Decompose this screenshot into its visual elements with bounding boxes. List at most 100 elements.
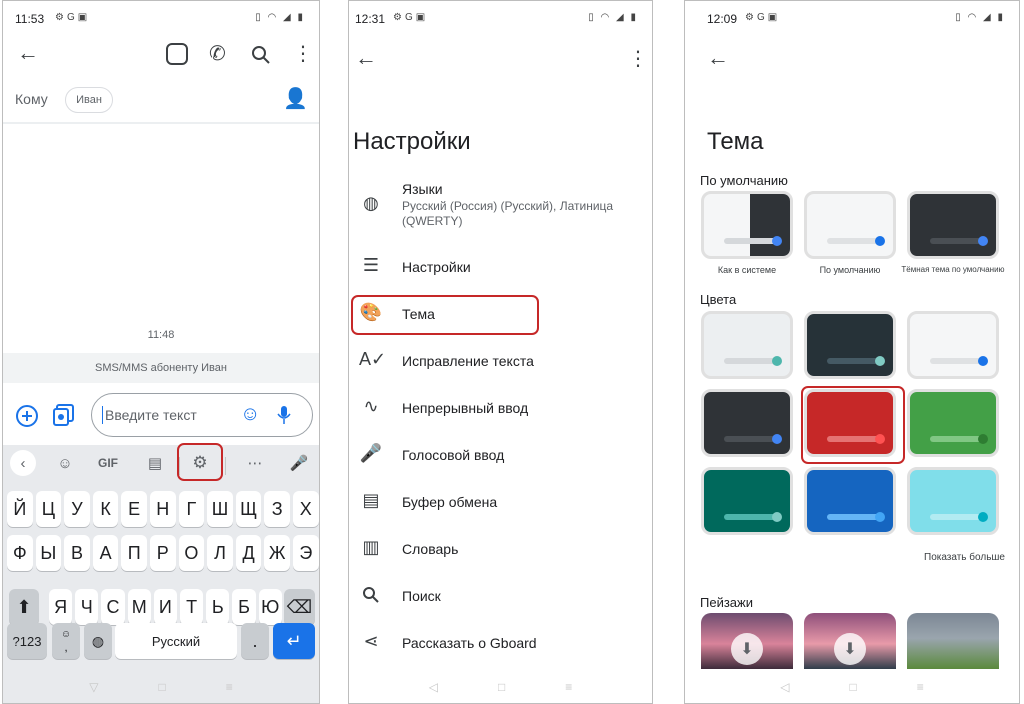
nav-recents-icon[interactable]: ≡ [565,680,572,694]
shift-key[interactable]: ⬆ [9,589,39,625]
key-letter[interactable]: Ж [264,535,290,571]
key-letter[interactable]: М [127,589,151,625]
gallery-icon[interactable] [53,403,77,427]
landscape-hills[interactable] [907,613,999,669]
color-theme-tile[interactable] [701,389,793,457]
theme-bar [930,436,982,442]
key-letter[interactable]: З [264,491,290,527]
key-letter[interactable]: В [64,535,90,571]
key-letter[interactable]: О [178,535,205,571]
symbols-key[interactable]: ?123 [7,623,47,659]
color-theme-tile[interactable] [907,311,999,379]
nav-home-icon[interactable]: □ [498,680,505,694]
keyboard-collapse-button[interactable]: ‹ [9,445,37,481]
key-letter[interactable]: Д [235,535,262,571]
settings-item-share[interactable]: ⋖ Рассказать о Gboard [349,619,652,665]
color-theme-tile[interactable] [701,467,793,535]
key-letter[interactable]: Ц [35,491,62,527]
key-letter[interactable]: Ь [206,589,230,625]
nav-back-icon[interactable]: ▽ [89,680,98,694]
key-letter[interactable]: Ч [75,589,99,625]
settings-item-glide-typing[interactable]: ∿ Непрерывный ввод [349,384,652,430]
more-vert-icon[interactable]: ⋮ [628,49,648,69]
key-letter[interactable]: Р [150,535,176,571]
mic-icon: 🎤 [359,443,383,463]
key-letter[interactable]: Л [207,535,233,571]
landscape-sunset[interactable]: ⬇ [701,613,793,669]
more-vert-icon[interactable]: ⋮ [293,44,313,64]
key-letter[interactable]: П [121,535,147,571]
dictionary-icon: ▥ [362,537,380,557]
color-theme-tile[interactable] [804,467,896,535]
settings-item-voice-input[interactable]: 🎤 Голосовой ввод [349,431,652,477]
spellcheck-icon: A✓ [359,349,387,369]
search-icon[interactable] [251,45,271,65]
settings-item-search[interactable]: Поиск [349,572,652,618]
nav-recents-icon[interactable]: ≡ [226,680,233,694]
key-letter[interactable]: Э [293,535,319,571]
nav-back-icon[interactable]: ◁ [429,680,438,694]
key-letter[interactable]: У [64,491,90,527]
color-theme-tile[interactable] [907,467,999,535]
key-letter[interactable]: Й [7,491,33,527]
space-key[interactable]: Русский [115,623,237,659]
enter-key[interactable]: ↵ [273,623,315,659]
emoji-comma-key[interactable]: ☺, [52,623,80,659]
key-letter[interactable]: Н [150,491,176,527]
color-theme-tile[interactable] [907,389,999,457]
nav-home-icon[interactable]: □ [158,680,165,694]
emoji-icon[interactable]: ☺ [240,403,260,426]
theme-system[interactable] [701,191,793,259]
video-call-icon[interactable] [166,43,188,65]
add-circle-icon[interactable] [15,404,39,428]
key-letter[interactable]: К [92,491,119,527]
back-arrow-icon[interactable]: ← [17,42,39,64]
settings-item-clipboard[interactable]: ▤ Буфер обмена [349,478,652,524]
nav-back-icon[interactable]: ◁ [780,680,789,694]
theme-default[interactable] [804,191,896,259]
key-letter[interactable]: Ф [7,535,33,571]
download-icon: ⬇ [731,633,763,665]
key-letter[interactable]: С [101,589,125,625]
period-key[interactable]: . [241,623,269,659]
theme-dark-default[interactable] [907,191,999,259]
globe-key-icon[interactable]: ◍ [84,623,112,659]
key-letter[interactable]: Е [121,491,147,527]
key-letter[interactable]: Г [178,491,205,527]
color-theme-tile[interactable] [701,311,793,379]
back-arrow-icon[interactable]: ← [355,47,377,69]
show-more-link[interactable]: Показать больше [924,552,1005,563]
mic-icon[interactable] [277,405,291,425]
key-letter[interactable]: Б [232,589,256,625]
color-theme-tile[interactable] [804,311,896,379]
key-letter[interactable]: Ш [207,491,233,527]
key-letter[interactable]: Т [180,589,204,625]
more-horiz-icon[interactable]: ⋯ [241,445,269,481]
key-letter[interactable]: Ю [258,589,282,625]
settings-item-dictionary[interactable]: ▥ Словарь [349,525,652,571]
key-letter[interactable]: Ы [35,535,62,571]
phone-icon[interactable]: ✆ [209,44,226,64]
settings-item-text-correction[interactable]: A✓ Исправление текста [349,337,652,383]
backspace-key[interactable]: ⌫ [284,589,315,625]
nav-recents-icon[interactable]: ≡ [917,680,924,694]
add-person-icon[interactable]: 👤 [283,89,308,109]
clipboard-icon[interactable]: ▤ [141,445,169,481]
settings-item-languages[interactable]: ◍ Языки Русский (Россия) (Русский), Лати… [349,171,652,235]
key-letter[interactable]: Х [293,491,319,527]
keyboard-mic-icon[interactable]: 🎤 [287,445,311,481]
key-letter[interactable]: Щ [235,491,262,527]
gif-button[interactable]: GIF [93,445,123,481]
settings-item-label: Исправление текста [402,353,534,369]
key-letter[interactable]: А [92,535,119,571]
settings-item-preferences[interactable]: ☰ Настройки [349,243,652,289]
back-arrow-icon[interactable]: ← [707,47,729,69]
recipient-chip[interactable]: Иван [65,87,113,113]
landscape-coast[interactable]: ⬇ [804,613,896,669]
messages-screen: 11:53 ⚙G▣ ▯ ◠ ◢ ▮ ← ✆ ⋮ Кому Иван 👤 11:4… [2,0,320,704]
key-letter[interactable]: Я [49,589,73,625]
compose-field[interactable]: Введите текст ☺ [91,393,313,437]
key-letter[interactable]: И [153,589,177,625]
nav-home-icon[interactable]: □ [849,680,856,694]
sticker-icon[interactable]: ☺ [51,445,79,481]
